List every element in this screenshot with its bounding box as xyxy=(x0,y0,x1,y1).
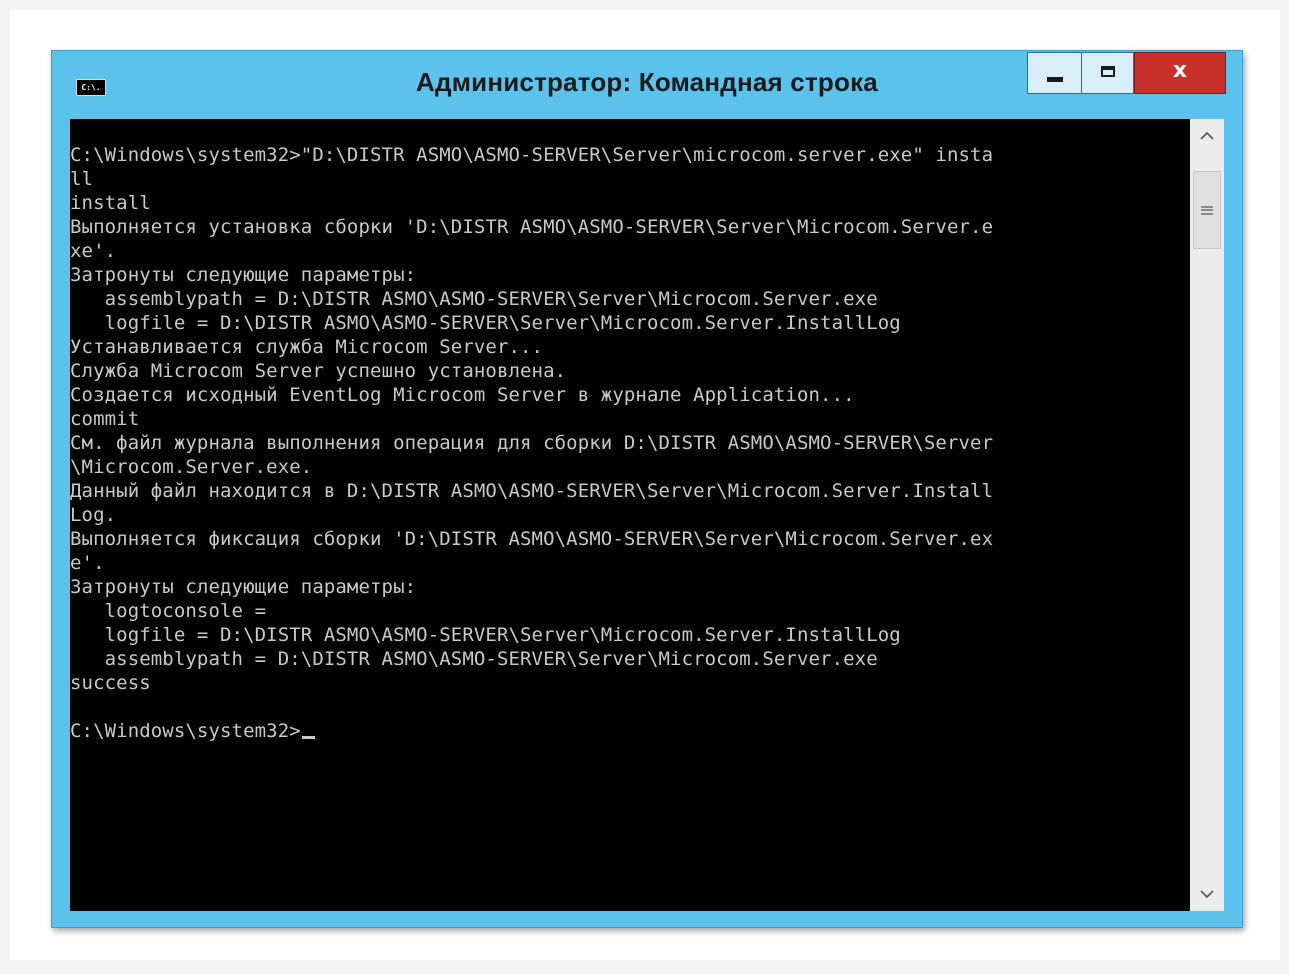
console-line: См. файл журнала выполнения операция для… xyxy=(70,432,994,454)
console-line: Затронуты следующие параметры: xyxy=(70,264,417,286)
scroll-up-arrow-icon xyxy=(1200,131,1214,140)
scroll-down-arrow-icon xyxy=(1200,890,1214,899)
minimize-icon xyxy=(1046,76,1063,82)
console-line: Служба Microcom Server успешно установле… xyxy=(70,360,567,382)
text-cursor xyxy=(301,736,315,739)
console-line: C:\Windows\system32>"D:\DISTR ASMO\ASMO-… xyxy=(70,144,994,166)
console-line: Выполняется установка сборки 'D:\DISTR A… xyxy=(70,216,994,238)
maximize-icon xyxy=(1100,65,1115,77)
close-icon: x xyxy=(1172,58,1188,83)
console-line: success xyxy=(70,672,151,694)
scroll-up-button[interactable] xyxy=(1190,119,1224,153)
console-line: logfile = D:\DISTR ASMO\ASMO-SERVER\Serv… xyxy=(70,312,901,334)
console-line: Устанавливается служба Microcom Server..… xyxy=(70,336,544,358)
title-bar[interactable]: C:\. Администратор: Командная строка x xyxy=(52,51,1242,119)
console-line: Создается исходный EventLog Microcom Ser… xyxy=(70,384,855,406)
console-line: Данный файл находится в D:\DISTR ASMO\AS… xyxy=(70,480,994,502)
command-prompt-window: C:\. Администратор: Командная строка x C… xyxy=(51,50,1243,928)
console-line: commit xyxy=(70,408,140,430)
console-line: assemblypath = D:\DISTR ASMO\ASMO-SERVER… xyxy=(70,648,878,670)
command-prompt: C:\Windows\system32> xyxy=(70,720,301,742)
console-line: install xyxy=(70,192,151,214)
console-line: assemblypath = D:\DISTR ASMO\ASMO-SERVER… xyxy=(70,288,878,310)
console-line: logtoconsole = xyxy=(70,600,267,622)
scroll-down-button[interactable] xyxy=(1190,877,1224,911)
vertical-scrollbar[interactable] xyxy=(1190,119,1224,911)
console-line: logfile = D:\DISTR ASMO\ASMO-SERVER\Serv… xyxy=(70,624,901,646)
console-line: \Microcom.Server.exe. xyxy=(70,456,313,478)
prompt-line[interactable]: C:\Windows\system32> xyxy=(70,719,993,743)
console-line: Затронуты следующие параметры: xyxy=(70,576,417,598)
scroll-thumb[interactable] xyxy=(1193,171,1221,249)
console-line: Log. xyxy=(70,504,117,526)
close-button[interactable]: x xyxy=(1134,52,1226,94)
console-line: e'. xyxy=(70,552,105,574)
console-line: ll xyxy=(70,168,94,190)
console-output[interactable]: C:\Windows\system32>"D:\DISTR ASMO\ASMO-… xyxy=(70,119,1190,911)
console-line: xe'. xyxy=(70,240,117,262)
console-lines: C:\Windows\system32>"D:\DISTR ASMO\ASMO-… xyxy=(70,143,993,743)
grip-icon xyxy=(1201,205,1213,215)
maximize-button[interactable] xyxy=(1082,52,1134,94)
minimize-button[interactable] xyxy=(1027,52,1082,94)
console-line: Выполняется фиксация сборки 'D:\DISTR AS… xyxy=(70,528,994,550)
